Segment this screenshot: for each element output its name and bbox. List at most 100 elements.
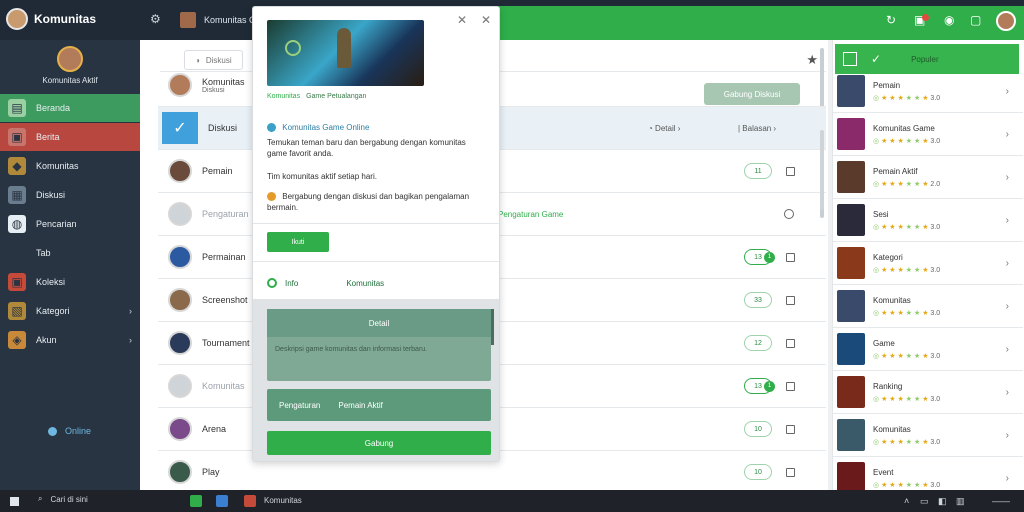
checkbox-icon[interactable]	[786, 467, 795, 477]
modal-section-2: Tim komunitas aktif setiap hari.	[267, 172, 377, 181]
follow-button[interactable]: Ikuti	[267, 232, 329, 252]
gear-icon[interactable]: ⚙	[150, 12, 161, 26]
row-title: Komunitas	[202, 381, 245, 391]
list-item[interactable]: Ranking ◎ ★ ★ ★ ★ ★ ★ 3.0 ›	[833, 371, 1023, 414]
checkbox-icon[interactable]	[786, 381, 795, 391]
taskbar-search[interactable]: ⌕ Cari di sini	[38, 494, 88, 504]
account-icon: ◈	[8, 331, 26, 349]
sidebar-item-pencarian[interactable]: ◍ Pencarian	[0, 210, 140, 238]
item-info: Kategori ◎ ★ ★ ★ ★ ★ ★ 3.0	[873, 253, 940, 274]
checkbox-icon[interactable]	[786, 424, 795, 434]
avatar	[6, 8, 28, 30]
chevron-up-icon[interactable]: ˄	[904, 496, 909, 506]
row-title: Komunitas	[202, 76, 245, 87]
network-icon[interactable]: ▭	[920, 496, 929, 507]
game-thumbnail	[837, 161, 865, 193]
check-icon[interactable]: ✓	[871, 52, 881, 66]
sidebar-item-komunitas[interactable]: ◆ Komunitas	[0, 152, 140, 180]
item-info: Game ◎ ★ ★ ★ ★ ★ ★ 3.0	[873, 339, 940, 360]
share-icon[interactable]: ↻	[886, 13, 896, 27]
checkbox-icon[interactable]	[786, 295, 795, 305]
settings-card[interactable]: Pengaturan Pemain Aktif	[267, 389, 491, 421]
rating-score: 3.0	[930, 94, 941, 102]
join-button[interactable]: Gabung	[267, 431, 491, 455]
item-name: Komunitas	[873, 424, 911, 434]
chevron-right-icon[interactable]: ›	[1006, 344, 1009, 355]
checkbox-icon[interactable]	[786, 252, 795, 262]
avatar	[168, 202, 192, 226]
row-detail-link[interactable]: ◔ Detail ›	[648, 124, 680, 133]
checkbox-icon[interactable]	[786, 338, 795, 348]
list-item[interactable]: Komunitas ◎ ★ ★ ★ ★ ★ ★ 3.0 ›	[833, 414, 1023, 457]
search-icon: ◍	[8, 215, 26, 233]
chevron-right-icon[interactable]: ›	[1006, 172, 1009, 183]
settings-card-b: Pemain Aktif	[338, 400, 383, 410]
community-icon: ◆	[8, 157, 26, 175]
windows-start-icon[interactable]	[10, 497, 19, 506]
chevron-right-icon[interactable]: ›	[1006, 387, 1009, 398]
chevron-right-icon[interactable]: ›	[1006, 430, 1009, 441]
app-icon[interactable]	[190, 495, 202, 507]
chevron-right-icon[interactable]: ›	[1006, 86, 1009, 97]
chevron-right-icon[interactable]: ›	[1006, 215, 1009, 226]
sidebar-item-berita[interactable]: ▣ Berita	[0, 123, 140, 151]
item-name: Pemain Aktif	[873, 166, 918, 176]
app-icon[interactable]	[216, 495, 228, 507]
list-item[interactable]: Pemain ◎ ★ ★ ★ ★ ★ ★ 3.0 ›	[833, 70, 1023, 113]
card-scrollbar[interactable]	[491, 309, 494, 345]
item-info: Komunitas ◎ ★ ★ ★ ★ ★ ★ 3.0	[873, 425, 940, 446]
row-text: Pengaturan	[202, 209, 249, 219]
game-thumbnail	[837, 75, 865, 107]
list-item[interactable]: Kategori ◎ ★ ★ ★ ★ ★ ★ 3.0 ›	[833, 242, 1023, 285]
chevron-right-icon[interactable]: ›	[1006, 473, 1009, 484]
sidebar-item-akun[interactable]: ◈ Akun ›	[0, 326, 140, 354]
detail-card[interactable]: Detail Deskripsi game komunitas dan info…	[267, 309, 494, 381]
sidebar-item-koleksi[interactable]: ▣ Koleksi	[0, 268, 140, 296]
battery-icon[interactable]: ▥	[956, 496, 965, 507]
item-info: Pemain Aktif ◎ ★ ★ ★ ★ ★ ★ 2.0	[873, 167, 940, 188]
list-item[interactable]: Sesi ◎ ★ ★ ★ ★ ★ ★ 3.0 ›	[833, 199, 1023, 242]
tab-info[interactable]: Info	[285, 279, 298, 288]
sidebar-item-tab[interactable]: ○ Tab	[0, 239, 140, 267]
tab-community[interactable]: Komunitas	[346, 279, 384, 288]
hero-figure	[337, 28, 351, 68]
avatar	[168, 159, 192, 183]
divider	[253, 261, 501, 262]
item-name: Event	[873, 467, 894, 477]
window-icon[interactable]: ▢	[970, 13, 981, 27]
volume-icon[interactable]: ◧	[938, 496, 947, 507]
user-avatar[interactable]	[996, 11, 1016, 31]
brand[interactable]: Komunitas	[6, 8, 96, 30]
check-icon[interactable]: ✓	[162, 112, 198, 144]
close-icon[interactable]: ✕	[457, 13, 467, 27]
join-discussion-button[interactable]: Gabung Diskusi	[704, 83, 800, 105]
checkbox-icon[interactable]	[786, 166, 795, 176]
list-item[interactable]: Komunitas ◎ ★ ★ ★ ★ ★ ★ 3.0 ›	[833, 285, 1023, 328]
chevron-right-icon[interactable]: ›	[1006, 258, 1009, 269]
grid-icon[interactable]	[843, 52, 857, 66]
chevron-right-icon[interactable]: ›	[1006, 129, 1009, 140]
app-icon[interactable]	[244, 495, 256, 507]
chevron-right-icon[interactable]: ›	[1006, 301, 1009, 312]
home-icon: ▤	[8, 99, 26, 117]
row-title: Tournament	[202, 338, 250, 348]
right-scrollbar[interactable]	[820, 130, 824, 210]
row-title: Play	[202, 467, 220, 477]
online-status[interactable]: Online	[48, 426, 91, 436]
sidebar-item-kategori[interactable]: ▧ Kategori ›	[0, 297, 140, 325]
list-item[interactable]: Komunitas Game ◎ ★ ★ ★ ★ ★ ★ 3.0 ›	[833, 113, 1023, 156]
detail-card-text: Deskripsi game komunitas dan informasi t…	[275, 346, 428, 353]
list-item[interactable]: Game ◎ ★ ★ ★ ★ ★ ★ 3.0 ›	[833, 328, 1023, 371]
online-label: Online	[65, 426, 92, 436]
row-replies-link[interactable]: | Balasan ›	[738, 124, 776, 133]
user-thumbnail	[180, 12, 196, 28]
row-title: Diskusi	[208, 123, 238, 133]
circle-icon[interactable]	[784, 209, 794, 219]
item-name: Komunitas	[873, 295, 911, 305]
sidebar-item-diskusi[interactable]: ▦ Diskusi	[0, 181, 140, 209]
close-icon[interactable]: ✕	[481, 13, 491, 27]
sidebar-user[interactable]: Komunitas Aktif	[0, 46, 140, 85]
list-item[interactable]: Pemain Aktif ◎ ★ ★ ★ ★ ★ ★ 2.0 ›	[833, 156, 1023, 199]
sidebar-item-beranda[interactable]: ▤ Beranda	[0, 94, 140, 122]
settings-icon[interactable]: ◉	[944, 13, 954, 27]
